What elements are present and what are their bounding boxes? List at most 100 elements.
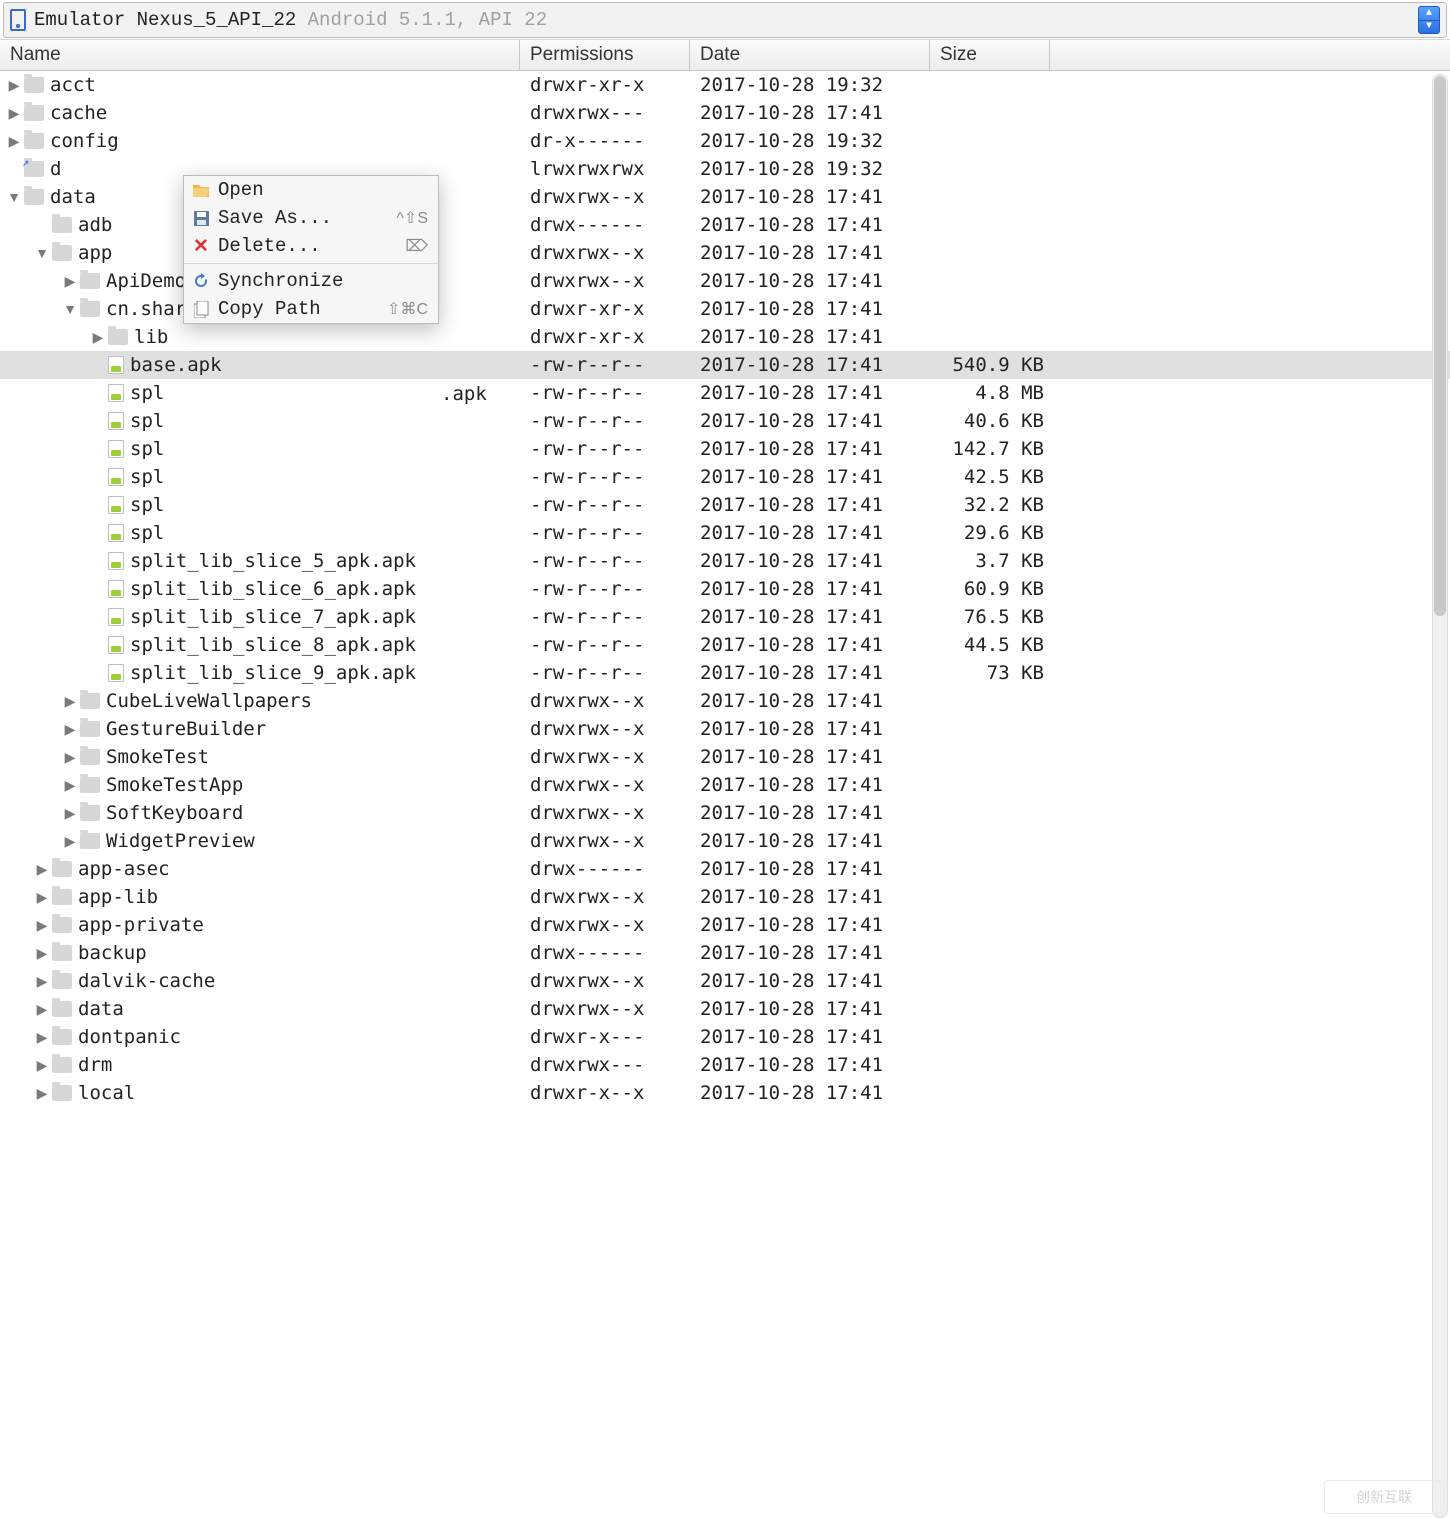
vertical-scrollbar[interactable] (1432, 74, 1448, 1518)
table-row[interactable]: ▶SoftKeyboarddrwxrwx--x2017-10-28 17:41 (0, 799, 1450, 827)
chevron-right-icon[interactable]: ▶ (6, 133, 22, 150)
chevron-right-icon[interactable]: ▶ (34, 1001, 50, 1018)
file-tree[interactable]: Open Save As... ^⇧S ✕ Delete... ⌦ Synchr… (0, 71, 1450, 1515)
cell-date: 2017-10-28 17:41 (690, 746, 930, 768)
cell-permissions: -rw-r--r-- (520, 438, 690, 460)
cell-date: 2017-10-28 17:41 (690, 970, 930, 992)
apk-file-icon (108, 524, 124, 542)
folder-icon (52, 917, 72, 933)
file-name: spl (130, 522, 164, 544)
table-row[interactable]: spl-rw-r--r--2017-10-28 17:41142.7 KB (0, 435, 1450, 463)
table-row[interactable]: spl-rw-r--r--2017-10-28 17:4129.6 KB (0, 519, 1450, 547)
menu-item-copy-path[interactable]: Copy Path ⇧⌘C (184, 295, 438, 323)
chevron-right-icon[interactable]: ▶ (62, 273, 78, 290)
table-row[interactable]: spl-rw-r--r--2017-10-28 17:414.8 MB (0, 379, 1450, 407)
chevron-right-icon[interactable]: ▶ (34, 1029, 50, 1046)
header-date[interactable]: Date (690, 40, 930, 70)
menu-item-delete[interactable]: ✕ Delete... ⌦ (184, 232, 438, 260)
table-row[interactable]: ▶acctdrwxr-xr-x2017-10-28 19:32 (0, 71, 1450, 99)
chevron-right-icon[interactable]: ▶ (62, 693, 78, 710)
chevron-right-icon[interactable]: ▶ (90, 329, 106, 346)
cell-date: 2017-10-28 17:41 (690, 214, 930, 236)
table-row[interactable]: split_lib_slice_8_apk.apk-rw-r--r--2017-… (0, 631, 1450, 659)
table-row[interactable]: spl-rw-r--r--2017-10-28 17:4140.6 KB (0, 407, 1450, 435)
chevron-right-icon[interactable]: ▶ (34, 889, 50, 906)
file-name: dalvik-cache (78, 970, 215, 992)
table-row[interactable]: split_lib_slice_9_apk.apk-rw-r--r--2017-… (0, 659, 1450, 687)
table-row[interactable]: ▶drmdrwxrwx---2017-10-28 17:41 (0, 1051, 1450, 1079)
context-menu: Open Save As... ^⇧S ✕ Delete... ⌦ Synchr… (183, 175, 439, 324)
table-row[interactable]: ▶WidgetPreviewdrwxrwx--x2017-10-28 17:41 (0, 827, 1450, 855)
table-row[interactable]: split_lib_slice_6_apk.apk-rw-r--r--2017-… (0, 575, 1450, 603)
table-row[interactable]: ▶SmokeTestAppdrwxrwx--x2017-10-28 17:41 (0, 771, 1450, 799)
table-row[interactable]: spl-rw-r--r--2017-10-28 17:4142.5 KB (0, 463, 1450, 491)
file-name: app-asec (78, 858, 170, 880)
chevron-right-icon[interactable]: ▶ (62, 833, 78, 850)
cell-name: ▶app-private (0, 914, 520, 936)
file-name: SmokeTestApp (106, 774, 243, 796)
header-size[interactable]: Size (930, 40, 1050, 70)
chevron-right-icon[interactable]: ▶ (34, 945, 50, 962)
chevron-right-icon[interactable]: ▶ (62, 777, 78, 794)
chevron-down-icon[interactable]: ▼ (62, 301, 78, 317)
folder-icon (80, 693, 100, 709)
menu-item-save-as[interactable]: Save As... ^⇧S (184, 204, 438, 232)
table-row[interactable]: split_lib_slice_5_apk.apk-rw-r--r--2017-… (0, 547, 1450, 575)
cell-name: ▶SoftKeyboard (0, 802, 520, 824)
chevron-right-icon[interactable]: ▶ (62, 721, 78, 738)
chevron-right-icon[interactable]: ▶ (62, 749, 78, 766)
chevron-right-icon[interactable]: ▶ (34, 973, 50, 990)
table-row[interactable]: ▶localdrwxr-x--x2017-10-28 17:41 (0, 1079, 1450, 1107)
table-row[interactable]: ▶app-libdrwxrwx--x2017-10-28 17:41 (0, 883, 1450, 911)
chevron-right-icon[interactable]: ▶ (62, 805, 78, 822)
chevron-down-icon[interactable]: ▼ (6, 189, 22, 205)
cell-permissions: drwxrwx--x (520, 690, 690, 712)
chevron-right-icon[interactable]: ▶ (6, 105, 22, 122)
chevron-right-icon[interactable]: ▶ (34, 1057, 50, 1074)
open-folder-icon (190, 183, 212, 197)
cell-size: 42.5 KB (930, 466, 1050, 488)
table-row[interactable]: ▶app-privatedrwxrwx--x2017-10-28 17:41 (0, 911, 1450, 939)
table-row[interactable]: ▶libdrwxr-xr-x2017-10-28 17:41 (0, 323, 1450, 351)
table-row[interactable]: base.apk-rw-r--r--2017-10-28 17:41540.9 … (0, 351, 1450, 379)
folder-icon (24, 105, 44, 121)
file-name: app (78, 242, 112, 264)
chevron-right-icon[interactable]: ▶ (34, 861, 50, 878)
table-row[interactable]: ▶backupdrwx------2017-10-28 17:41 (0, 939, 1450, 967)
chevron-down-icon[interactable]: ▼ (34, 245, 50, 261)
table-row[interactable]: ▶app-asecdrwx------2017-10-28 17:41 (0, 855, 1450, 883)
cell-permissions: drwx------ (520, 214, 690, 236)
cell-permissions: drwxrwx--x (520, 774, 690, 796)
chevron-right-icon[interactable]: ▶ (34, 917, 50, 934)
table-row[interactable]: split_lib_slice_7_apk.apk-rw-r--r--2017-… (0, 603, 1450, 631)
device-selector[interactable]: Emulator Nexus_5_API_22 Android 5.1.1, A… (3, 2, 1447, 38)
cell-permissions: -rw-r--r-- (520, 494, 690, 516)
scrollbar-thumb[interactable] (1434, 76, 1446, 616)
file-name: adb (78, 214, 112, 236)
table-row[interactable]: ▶datadrwxrwx--x2017-10-28 17:41 (0, 995, 1450, 1023)
table-row[interactable]: ▶CubeLiveWallpapersdrwxrwx--x2017-10-28 … (0, 687, 1450, 715)
table-row[interactable]: ▶GestureBuilderdrwxrwx--x2017-10-28 17:4… (0, 715, 1450, 743)
header-name[interactable]: Name (0, 40, 520, 70)
file-name: app-lib (78, 886, 158, 908)
cell-name: ▶CubeLiveWallpapers (0, 690, 520, 712)
cell-permissions: drwxrwx--x (520, 242, 690, 264)
cell-permissions: drwxrwx--- (520, 1054, 690, 1076)
table-row[interactable]: ▶dontpanicdrwxr-x---2017-10-28 17:41 (0, 1023, 1450, 1051)
cell-name: split_lib_slice_7_apk.apk (0, 606, 520, 628)
table-row[interactable]: ▶dalvik-cachedrwxrwx--x2017-10-28 17:41 (0, 967, 1450, 995)
menu-item-synchronize[interactable]: Synchronize (184, 267, 438, 295)
table-row[interactable]: ▶cachedrwxrwx---2017-10-28 17:41 (0, 99, 1450, 127)
header-permissions[interactable]: Permissions (520, 40, 690, 70)
device-dropdown-button[interactable]: ▲ ▼ (1418, 6, 1440, 34)
cell-name: ▶local (0, 1082, 520, 1104)
cell-permissions: -rw-r--r-- (520, 606, 690, 628)
cell-name: ▶ SmokeTestApp (0, 774, 520, 796)
table-row[interactable]: ▶configdr-x------2017-10-28 19:32 (0, 127, 1450, 155)
table-row[interactable]: ▶SmokeTestdrwxrwx--x2017-10-28 17:41 (0, 743, 1450, 771)
apk-file-icon (108, 580, 124, 598)
chevron-right-icon[interactable]: ▶ (6, 77, 22, 94)
table-row[interactable]: spl-rw-r--r--2017-10-28 17:4132.2 KB (0, 491, 1450, 519)
menu-item-open[interactable]: Open (184, 176, 438, 204)
chevron-right-icon[interactable]: ▶ (34, 1085, 50, 1102)
